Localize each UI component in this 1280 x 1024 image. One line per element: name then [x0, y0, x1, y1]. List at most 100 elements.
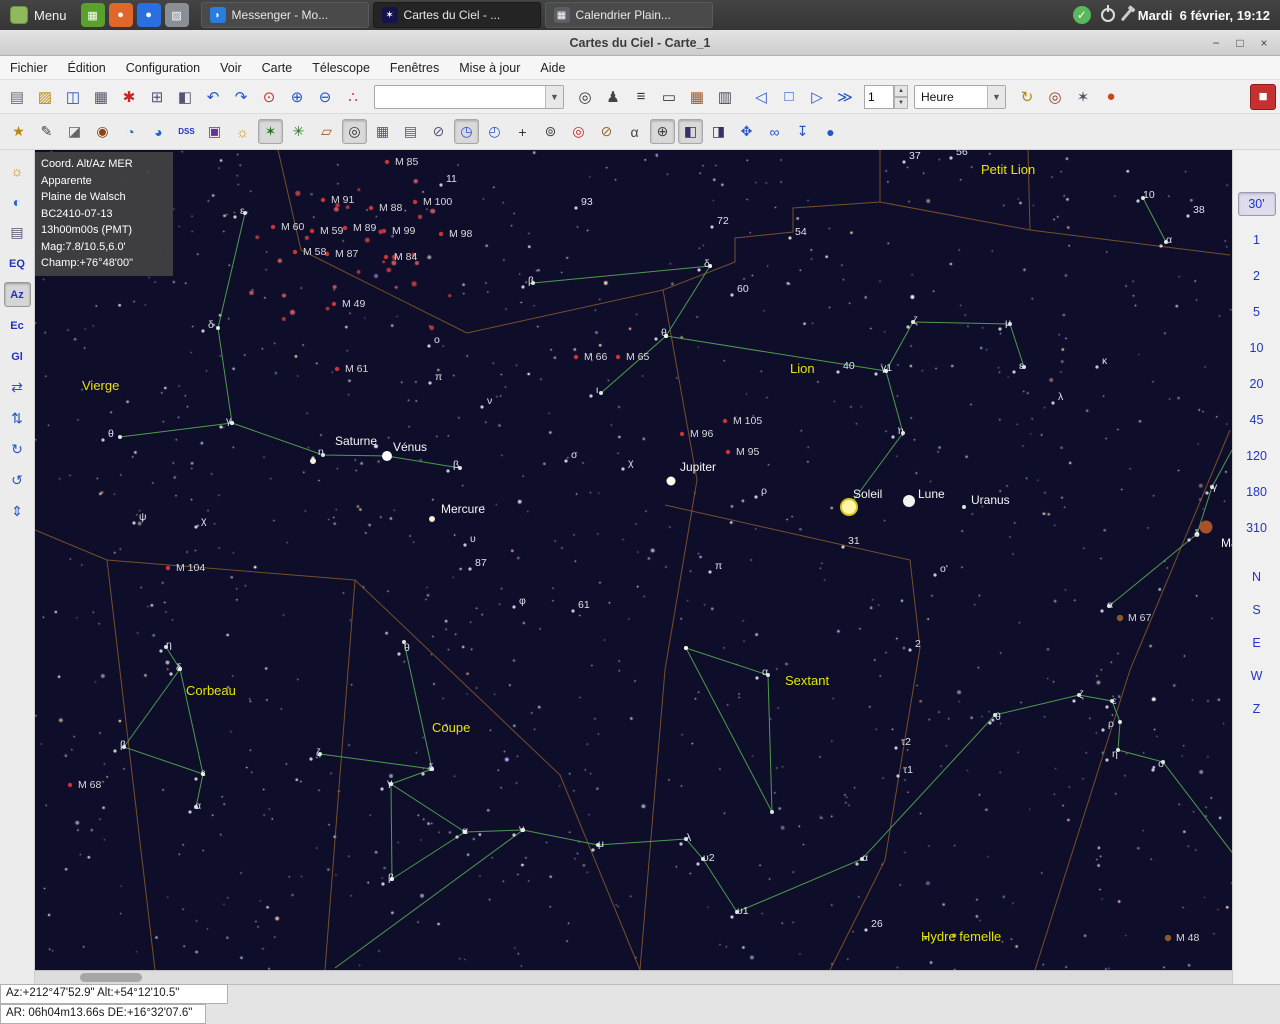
star-dot[interactable] [390, 877, 394, 881]
messier-object-m96[interactable] [679, 431, 685, 437]
marker-icon[interactable]: ◎ [342, 119, 367, 144]
notes-icon[interactable]: ▤ [4, 220, 31, 245]
realtime-icon[interactable]: ◴ [482, 119, 507, 144]
star-dot[interactable] [113, 749, 117, 753]
star-dot[interactable] [201, 772, 205, 776]
star-dot[interactable] [770, 810, 774, 814]
messier-object-m84[interactable] [383, 254, 389, 260]
taskbar-clock[interactable]: Mardi 6 février, 19:12 [1138, 8, 1274, 23]
messier-object-m95[interactable] [725, 449, 731, 455]
star-dot[interactable] [599, 391, 603, 395]
star-dot[interactable] [446, 469, 450, 473]
star-lines-icon[interactable]: ✶ [258, 119, 283, 144]
print-icon[interactable]: ▦ [88, 84, 114, 110]
observer-icon[interactable]: ♟ [600, 84, 626, 110]
star-dot[interactable] [788, 236, 792, 240]
observatory-config-icon[interactable]: ✱ [116, 84, 142, 110]
menu-misejour[interactable]: Mise à jour [459, 61, 520, 75]
planet-lune[interactable] [903, 495, 915, 507]
fov-180[interactable]: 180 [1238, 480, 1276, 504]
star-dot[interactable] [908, 648, 912, 652]
star-dot[interactable] [933, 573, 937, 577]
camera-frame-icon[interactable]: ▣ [202, 119, 227, 144]
messier-object-m98[interactable] [438, 231, 444, 237]
messier-object-m67[interactable] [1116, 614, 1124, 622]
star-dot[interactable] [1101, 728, 1105, 732]
star-dot[interactable] [1118, 720, 1122, 724]
star-dot[interactable] [949, 156, 953, 160]
menu-fentres[interactable]: Fenêtres [390, 61, 439, 75]
coord-ec-button[interactable]: Ec [4, 313, 31, 338]
fov-310[interactable]: 310 [1238, 516, 1276, 540]
star-dot[interactable] [455, 835, 459, 839]
time-prev-button[interactable]: ◁ [748, 84, 774, 110]
copy-chart-icon[interactable]: ⊞ [144, 84, 170, 110]
star-dot[interactable] [159, 649, 163, 653]
messier-object-m68[interactable] [67, 782, 73, 788]
star-dot[interactable] [194, 525, 198, 529]
star-dot[interactable] [164, 645, 168, 649]
messier-object-m104[interactable] [165, 565, 171, 571]
star-dot[interactable] [1012, 370, 1016, 374]
anchor-icon[interactable]: ↧ [790, 119, 815, 144]
star-dot[interactable] [596, 843, 600, 847]
red-screen-button[interactable]: ■ [1250, 83, 1276, 110]
menu-voir[interactable]: Voir [220, 61, 242, 75]
update-shield-icon[interactable]: ✓ [1072, 6, 1091, 24]
deepsky-icon[interactable]: ◉ [90, 119, 115, 144]
planet-saturne[interactable] [310, 458, 316, 464]
star-dot[interactable] [621, 467, 625, 471]
messier-object-m65[interactable] [615, 354, 621, 360]
star-dot[interactable] [697, 268, 701, 272]
star-dot[interactable] [836, 370, 840, 374]
menu-tlescope[interactable]: Télescope [312, 61, 370, 75]
star-dot[interactable] [664, 334, 668, 338]
star-dot[interactable] [1051, 401, 1055, 405]
star-dot[interactable] [855, 862, 859, 866]
menu-aide[interactable]: Aide [540, 61, 565, 75]
star-dot[interactable] [591, 848, 595, 852]
star-dot[interactable] [439, 183, 443, 187]
star-dot[interactable] [118, 435, 122, 439]
star-dot[interactable] [463, 830, 467, 834]
star-dot[interactable] [755, 676, 759, 680]
messier-object-m100[interactable] [412, 199, 418, 205]
chart-image-icon[interactable]: ▥ [712, 84, 738, 110]
star-dot[interactable] [894, 746, 898, 750]
messier-object-m60[interactable] [270, 224, 276, 230]
star-dot[interactable] [574, 206, 578, 210]
star-dot[interactable] [1100, 609, 1104, 613]
messier-object-m48[interactable] [1164, 934, 1172, 942]
star-dot[interactable] [318, 752, 322, 756]
star-dot[interactable] [911, 320, 915, 324]
ecliptic-line-icon[interactable]: ⊘ [426, 119, 451, 144]
star-dot[interactable] [684, 646, 688, 650]
chart-horizontal-scrollbar[interactable] [35, 970, 1232, 984]
image-frame-icon[interactable]: ◧ [678, 119, 703, 144]
star-dot[interactable] [216, 326, 220, 330]
planet-vnus[interactable] [382, 451, 392, 461]
star-dot[interactable] [730, 293, 734, 297]
browser-launcher[interactable]: ● [136, 3, 161, 27]
time-play-button[interactable]: ▷ [804, 84, 830, 110]
search-icon[interactable]: ◎ [572, 84, 598, 110]
star-dot[interactable] [480, 405, 484, 409]
star-dot[interactable] [1107, 604, 1111, 608]
terminal-launcher[interactable]: ▦ [80, 3, 105, 27]
direction-z-button[interactable]: Z [1240, 698, 1274, 720]
star-dot[interactable] [194, 805, 198, 809]
star-dot[interactable] [421, 772, 425, 776]
constellation-bounds-icon[interactable]: ▱ [314, 119, 339, 144]
star-dot[interactable] [1164, 240, 1168, 244]
star-dot[interactable] [988, 721, 992, 725]
star-dot[interactable] [381, 882, 385, 886]
star-dot[interactable] [1095, 365, 1099, 369]
star-detail-icon[interactable]: ∴ [340, 84, 366, 110]
star-dot[interactable] [1072, 699, 1076, 703]
star-dot[interactable] [219, 425, 223, 429]
messier-object-m89[interactable] [342, 225, 348, 231]
taskbar-window-1[interactable]: ✶ Cartes du Ciel - ... [372, 2, 541, 28]
star-dot[interactable] [468, 567, 472, 571]
taskbar-window-2[interactable]: ▦ Calendrier Plain... [544, 2, 713, 28]
star-dot[interactable] [194, 777, 198, 781]
